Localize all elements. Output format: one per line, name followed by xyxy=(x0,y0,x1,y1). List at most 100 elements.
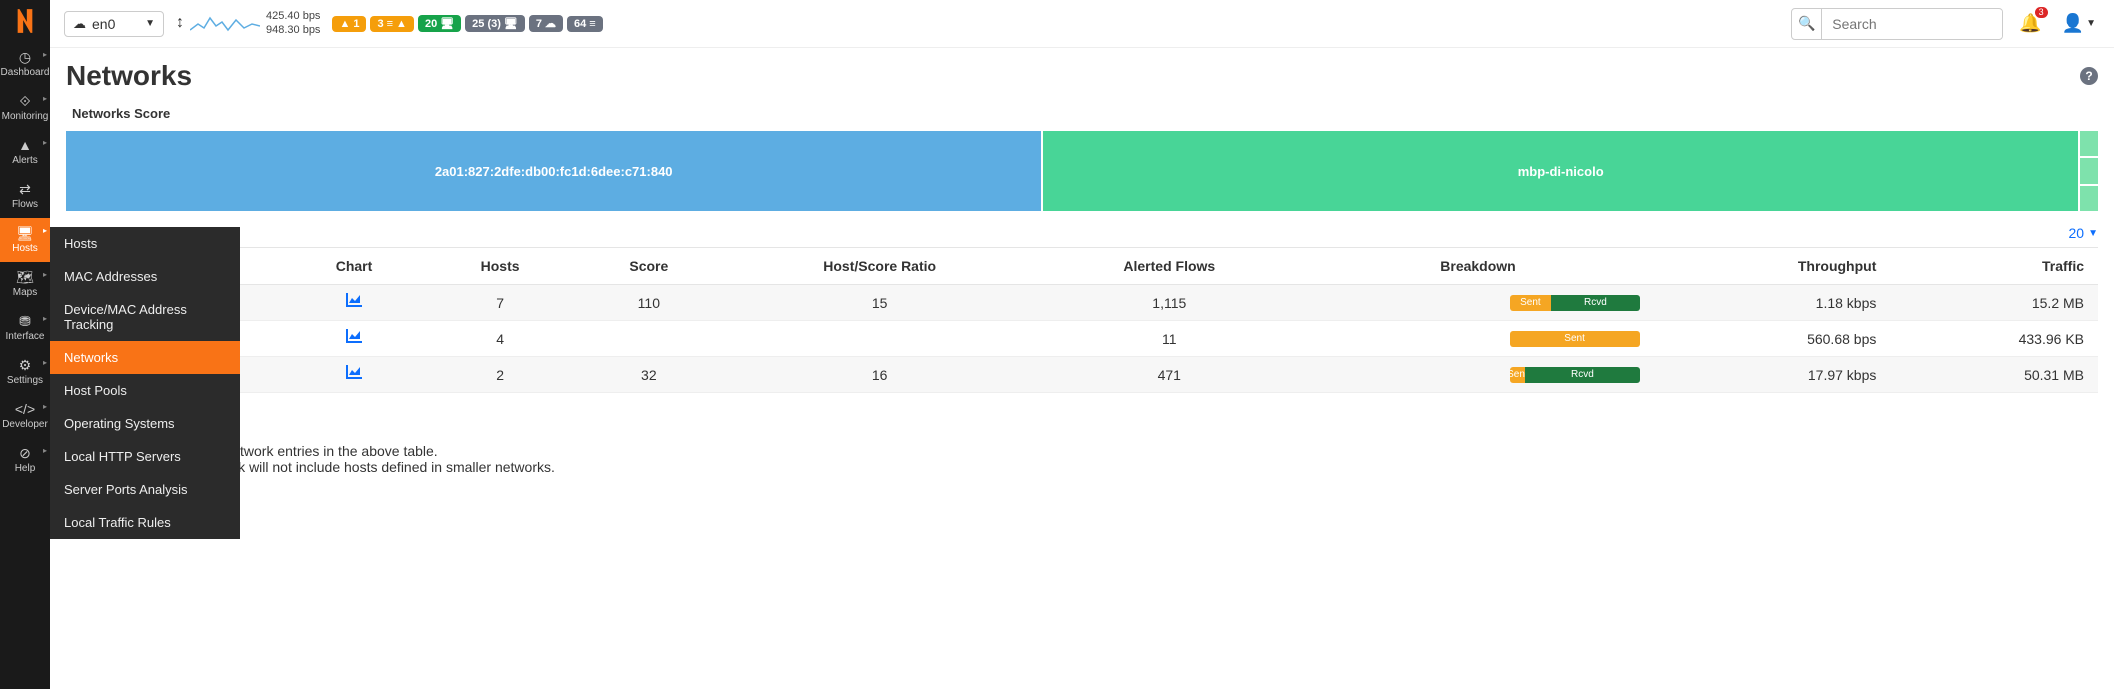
col-alerted[interactable]: Alerted Flows xyxy=(1036,248,1302,285)
cell-hosts: 2 xyxy=(426,357,575,393)
sidebar-item-developer[interactable]: </> Developer ▸ xyxy=(0,394,50,438)
ethernet-icon: ⛃ xyxy=(19,312,31,330)
user-menu[interactable]: 👤 ▼ xyxy=(2058,9,2100,38)
notifications-button[interactable]: 🔔 3 xyxy=(2015,9,2045,38)
breakdown-rcvd: Rcvd xyxy=(1551,295,1639,311)
submenu-hosts[interactable]: Hosts xyxy=(50,227,240,260)
cell-score xyxy=(574,321,723,357)
submenu-networks[interactable]: Networks xyxy=(50,341,240,374)
score-segment-1[interactable]: 2a01:827:2dfe:db00:fc1d:6dee:c71:840 xyxy=(66,131,1041,211)
sidebar-item-help[interactable]: ⊘ Help ▸ xyxy=(0,438,50,482)
cell-throughput: 560.68 bps xyxy=(1654,321,1891,357)
chevron-right-icon: ▸ xyxy=(43,358,47,367)
badge-alert-1[interactable]: ▲ 1 xyxy=(332,16,366,32)
cell-breakdown: SentRcvd xyxy=(1302,357,1653,393)
cell-traffic: 433.96 KB xyxy=(1890,321,2098,357)
interface-selector[interactable]: ☁ en0 ▼ xyxy=(64,11,164,37)
sidebar-label: Alerts xyxy=(12,156,38,166)
col-score[interactable]: Score xyxy=(574,248,723,285)
cell-ratio: 16 xyxy=(723,357,1036,393)
chevron-right-icon: ▸ xyxy=(43,138,47,147)
chevron-right-icon: ▸ xyxy=(43,226,47,235)
submenu-host-pools[interactable]: Host Pools xyxy=(50,374,240,407)
interface-name: en0 xyxy=(92,16,115,32)
cell-ratio: 15 xyxy=(723,285,1036,321)
sidebar-label: Developer xyxy=(2,420,48,430)
sidebar-item-settings[interactable]: ⚙ Settings ▸ xyxy=(0,350,50,394)
col-throughput[interactable]: Throughput xyxy=(1654,248,1891,285)
chart-link[interactable] xyxy=(346,330,362,347)
sidebar-item-hosts[interactable]: 🖥 Hosts ▸ xyxy=(0,218,50,262)
badge-flows[interactable]: 64 ≡ xyxy=(567,16,603,32)
chart-link[interactable] xyxy=(346,366,362,383)
sidebar: ◷ Dashboard ▸ ⟐ Monitoring ▸ ▲ Alerts ▸ … xyxy=(0,0,50,689)
sidebar-item-flows[interactable]: ⇄ Flows xyxy=(0,174,50,218)
col-traffic[interactable]: Traffic xyxy=(1890,248,2098,285)
cell-breakdown: Sent xyxy=(1302,321,1653,357)
help-button[interactable]: ? xyxy=(2080,67,2098,85)
chevron-right-icon: ▸ xyxy=(43,402,47,411)
chevron-right-icon: ▸ xyxy=(43,314,47,323)
cell-score: 32 xyxy=(574,357,723,393)
sidebar-item-dashboard[interactable]: ◷ Dashboard ▸ xyxy=(0,42,50,86)
chart-link[interactable] xyxy=(346,294,362,311)
submenu-server-ports-analysis[interactable]: Server Ports Analysis xyxy=(50,473,240,506)
cell-breakdown: SentRcvd xyxy=(1302,285,1653,321)
col-ratio[interactable]: Host/Score Ratio xyxy=(723,248,1036,285)
search-button[interactable]: 🔍 xyxy=(1792,9,1822,39)
chevron-right-icon: ▸ xyxy=(43,270,47,279)
breakdown-rcvd: Rcvd xyxy=(1525,367,1639,383)
breakdown-sent: Sent xyxy=(1510,331,1640,347)
sidebar-item-interface[interactable]: ⛃ Interface ▸ xyxy=(0,306,50,350)
breakdown-bar: SentRcvd xyxy=(1510,295,1640,311)
target-icon: ⟐ xyxy=(19,92,30,110)
user-icon: 👤 xyxy=(2062,13,2084,34)
cell-alerted: 1,115 xyxy=(1036,285,1302,321)
chevron-right-icon: ▸ xyxy=(43,446,47,455)
cell-chart xyxy=(282,321,426,357)
gauge-icon: ◷ xyxy=(19,48,31,66)
page-size-selector[interactable]: 20 ▼ xyxy=(2069,225,2098,241)
help-icon: ⊘ xyxy=(19,444,31,462)
caret-down-icon: ▼ xyxy=(2088,228,2098,239)
submenu-mac-addresses[interactable]: MAC Addresses xyxy=(50,260,240,293)
score-segment-2[interactable]: mbp-di-nicolo xyxy=(1043,131,2078,211)
cell-chart xyxy=(282,357,426,393)
uplink-rate: 425.40 bps xyxy=(266,10,320,23)
submenu-local-http-servers[interactable]: Local HTTP Servers xyxy=(50,440,240,473)
breakdown-bar: Sent xyxy=(1510,331,1640,347)
cell-throughput: 1.18 kbps xyxy=(1654,285,1891,321)
badge-devices[interactable]: 25 (3) 🖥 xyxy=(465,15,525,32)
notes-item: The broader network will not include hos… xyxy=(116,459,2098,475)
badge-cloud[interactable]: 7 ☁ xyxy=(529,15,563,32)
sidebar-item-alerts[interactable]: ▲ Alerts ▸ xyxy=(0,130,50,174)
submenu-local-traffic-rules[interactable]: Local Traffic Rules xyxy=(50,506,240,539)
gear-icon: ⚙ xyxy=(19,356,32,374)
laptop-icon: 🖥 xyxy=(16,224,34,242)
cell-hosts: 4 xyxy=(426,321,575,357)
notes-item: You will see both network entries in the… xyxy=(116,443,2098,459)
submenu-operating-systems[interactable]: Operating Systems xyxy=(50,407,240,440)
table-row: 4 11 Sent 560.68 bps 433.96 KB xyxy=(66,321,2098,357)
col-breakdown[interactable]: Breakdown xyxy=(1302,248,1653,285)
logo[interactable] xyxy=(0,0,50,42)
updown-icon: ↕ xyxy=(176,17,184,30)
sidebar-label: Dashboard xyxy=(1,68,50,78)
page-size-value: 20 xyxy=(2069,225,2085,241)
caret-down-icon: ▼ xyxy=(2086,18,2096,29)
sidebar-label: Maps xyxy=(13,288,37,298)
submenu-device-mac-tracking[interactable]: Device/MAC Address Tracking xyxy=(50,293,240,341)
cell-traffic: 50.31 MB xyxy=(1890,357,2098,393)
content: Networks ? Networks Score 2a01:827:2dfe:… xyxy=(50,48,2114,689)
search-input[interactable] xyxy=(1822,10,2002,38)
col-chart[interactable]: Chart xyxy=(282,248,426,285)
sidebar-item-monitoring[interactable]: ⟐ Monitoring ▸ xyxy=(0,86,50,130)
score-segment-rest[interactable] xyxy=(2080,131,2098,211)
col-hosts[interactable]: Hosts xyxy=(426,248,575,285)
breakdown-sent: Sent xyxy=(1510,295,1552,311)
sidebar-item-maps[interactable]: 🗺 Maps ▸ xyxy=(0,262,50,306)
traffic-sparkline: ↕ 425.40 bps 948.30 bps xyxy=(176,10,320,36)
badge-alert-2[interactable]: 3 ≡ ▲ xyxy=(370,16,414,32)
badge-hosts[interactable]: 20 🖥 xyxy=(418,15,461,32)
cell-hosts: 7 xyxy=(426,285,575,321)
